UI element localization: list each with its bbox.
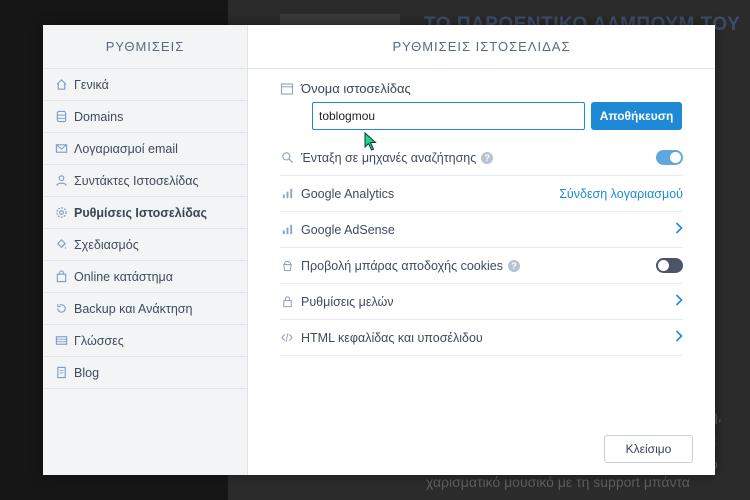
- sidebar-item-label: Σχεδιασμός: [74, 237, 139, 252]
- sidebar-title: ΡΥΘΜΙΣΕΙΣ: [43, 25, 247, 69]
- option-label: Google Analytics: [301, 186, 395, 201]
- sidebar-item-languages[interactable]: Γλώσσες: [43, 325, 247, 357]
- toggle-knob: [670, 152, 681, 163]
- home-icon: [54, 78, 68, 92]
- sidebar-item-label: Online κατάστημα: [74, 269, 173, 284]
- bar-chart-icon: [280, 187, 294, 201]
- site-name-section: Όνομα ιστοσελίδας Αποθήκευση: [280, 69, 683, 130]
- toggle-knob: [658, 260, 669, 271]
- settings-sidebar: ΡΥΘΜΙΣΕΙΣ Γενικά Domains Λογαριασμοί ema…: [43, 25, 248, 475]
- sidebar-item-label: Λογαριασμοί email: [74, 141, 178, 156]
- mouse-cursor-icon: [364, 131, 380, 152]
- chevron-right-icon[interactable]: [675, 221, 683, 238]
- sidebar-item-domains[interactable]: Domains: [43, 101, 247, 133]
- sidebar-item-label: Γενικά: [74, 77, 109, 92]
- search-icon: [280, 151, 294, 165]
- option-member-settings[interactable]: Ρυθμίσεις μελών: [280, 284, 683, 320]
- sidebar-item-label: Συντάκτες Ιστοσελίδας: [74, 173, 199, 188]
- restore-icon: [54, 302, 68, 316]
- cookie-bar-toggle[interactable]: [656, 258, 683, 273]
- sidebar-item-design[interactable]: Σχεδιασμός: [43, 229, 247, 261]
- chevron-right-icon[interactable]: [675, 293, 683, 310]
- site-name-label: Όνομα ιστοσελίδας: [301, 81, 411, 96]
- option-label: Προβολή μπάρας αποδοχής cookies: [301, 258, 503, 273]
- chevron-right-icon[interactable]: [675, 329, 683, 346]
- option-google-analytics: Google Analytics Σύνδεση λογαριασμού: [280, 176, 683, 212]
- bar-chart-icon: [280, 223, 294, 237]
- database-icon: [54, 110, 68, 124]
- help-icon[interactable]: ?: [507, 259, 520, 272]
- browser-window-icon: [280, 82, 294, 96]
- sidebar-item-email-accounts[interactable]: Λογαριασμοί email: [43, 133, 247, 165]
- close-button[interactable]: Κλείσιμο: [604, 435, 693, 463]
- panel-title: ΡΥΘΜΙΣΕΙΣ ΙΣΤΟΣΕΛΙΔΑΣ: [248, 25, 715, 69]
- connect-account-link[interactable]: Σύνδεση λογαριασμού: [559, 187, 683, 201]
- document-icon: [54, 366, 68, 380]
- sidebar-item-label: Ρυθμίσεις Ιστοσελίδας: [74, 205, 207, 220]
- lock-icon: [280, 295, 294, 309]
- sidebar-item-general[interactable]: Γενικά: [43, 69, 247, 101]
- sidebar-item-blog[interactable]: Blog: [43, 357, 247, 389]
- sidebar-item-backup-restore[interactable]: Backup και Ανάκτηση: [43, 293, 247, 325]
- cookie-icon: [280, 259, 294, 273]
- option-html-header-footer[interactable]: HTML κεφαλίδας και υποσέλιδου: [280, 320, 683, 356]
- help-icon[interactable]: ?: [481, 151, 494, 164]
- settings-main-panel: ΡΥΘΜΙΣΕΙΣ ΙΣΤΟΣΕΛΙΔΑΣ Όνομα ιστοσελίδας …: [248, 25, 715, 475]
- paint-bucket-icon: [54, 238, 68, 252]
- sidebar-item-site-settings[interactable]: Ρυθμίσεις Ιστοσελίδας: [43, 197, 247, 229]
- shopping-bag-icon: [54, 270, 68, 284]
- option-label: HTML κεφαλίδας και υποσέλιδου: [301, 330, 483, 345]
- option-label: Ένταξη σε μηχανές αναζήτησης: [301, 150, 477, 165]
- sidebar-item-label: Domains: [74, 109, 124, 124]
- search-indexing-toggle[interactable]: [656, 150, 683, 165]
- site-name-input[interactable]: [312, 102, 585, 130]
- sidebar-item-label: Backup και Ανάκτηση: [74, 301, 193, 316]
- option-search-engine-indexing: Ένταξη σε μηχανές αναζήτησης ?: [280, 140, 683, 176]
- sidebar-item-online-store[interactable]: Online κατάστημα: [43, 261, 247, 293]
- envelope-icon: [54, 142, 68, 156]
- option-cookie-bar: Προβολή μπάρας αποδοχής cookies ?: [280, 248, 683, 284]
- flag-icon: [54, 334, 68, 348]
- option-label: Google AdSense: [301, 222, 395, 237]
- user-icon: [54, 174, 68, 188]
- gear-icon: [54, 206, 68, 220]
- settings-modal: ΡΥΘΜΙΣΕΙΣ Γενικά Domains Λογαριασμοί ema…: [43, 25, 715, 475]
- sidebar-item-site-editors[interactable]: Συντάκτες Ιστοσελίδας: [43, 165, 247, 197]
- option-google-adsense[interactable]: Google AdSense: [280, 212, 683, 248]
- background-text-bottom: χαρισματικό μουσικό με τη support μπάντα: [426, 474, 690, 490]
- sidebar-item-label: Blog: [74, 365, 100, 380]
- code-icon: [280, 331, 294, 345]
- save-button[interactable]: Αποθήκευση: [591, 102, 682, 130]
- option-label: Ρυθμίσεις μελών: [301, 294, 394, 309]
- sidebar-item-label: Γλώσσες: [74, 333, 124, 348]
